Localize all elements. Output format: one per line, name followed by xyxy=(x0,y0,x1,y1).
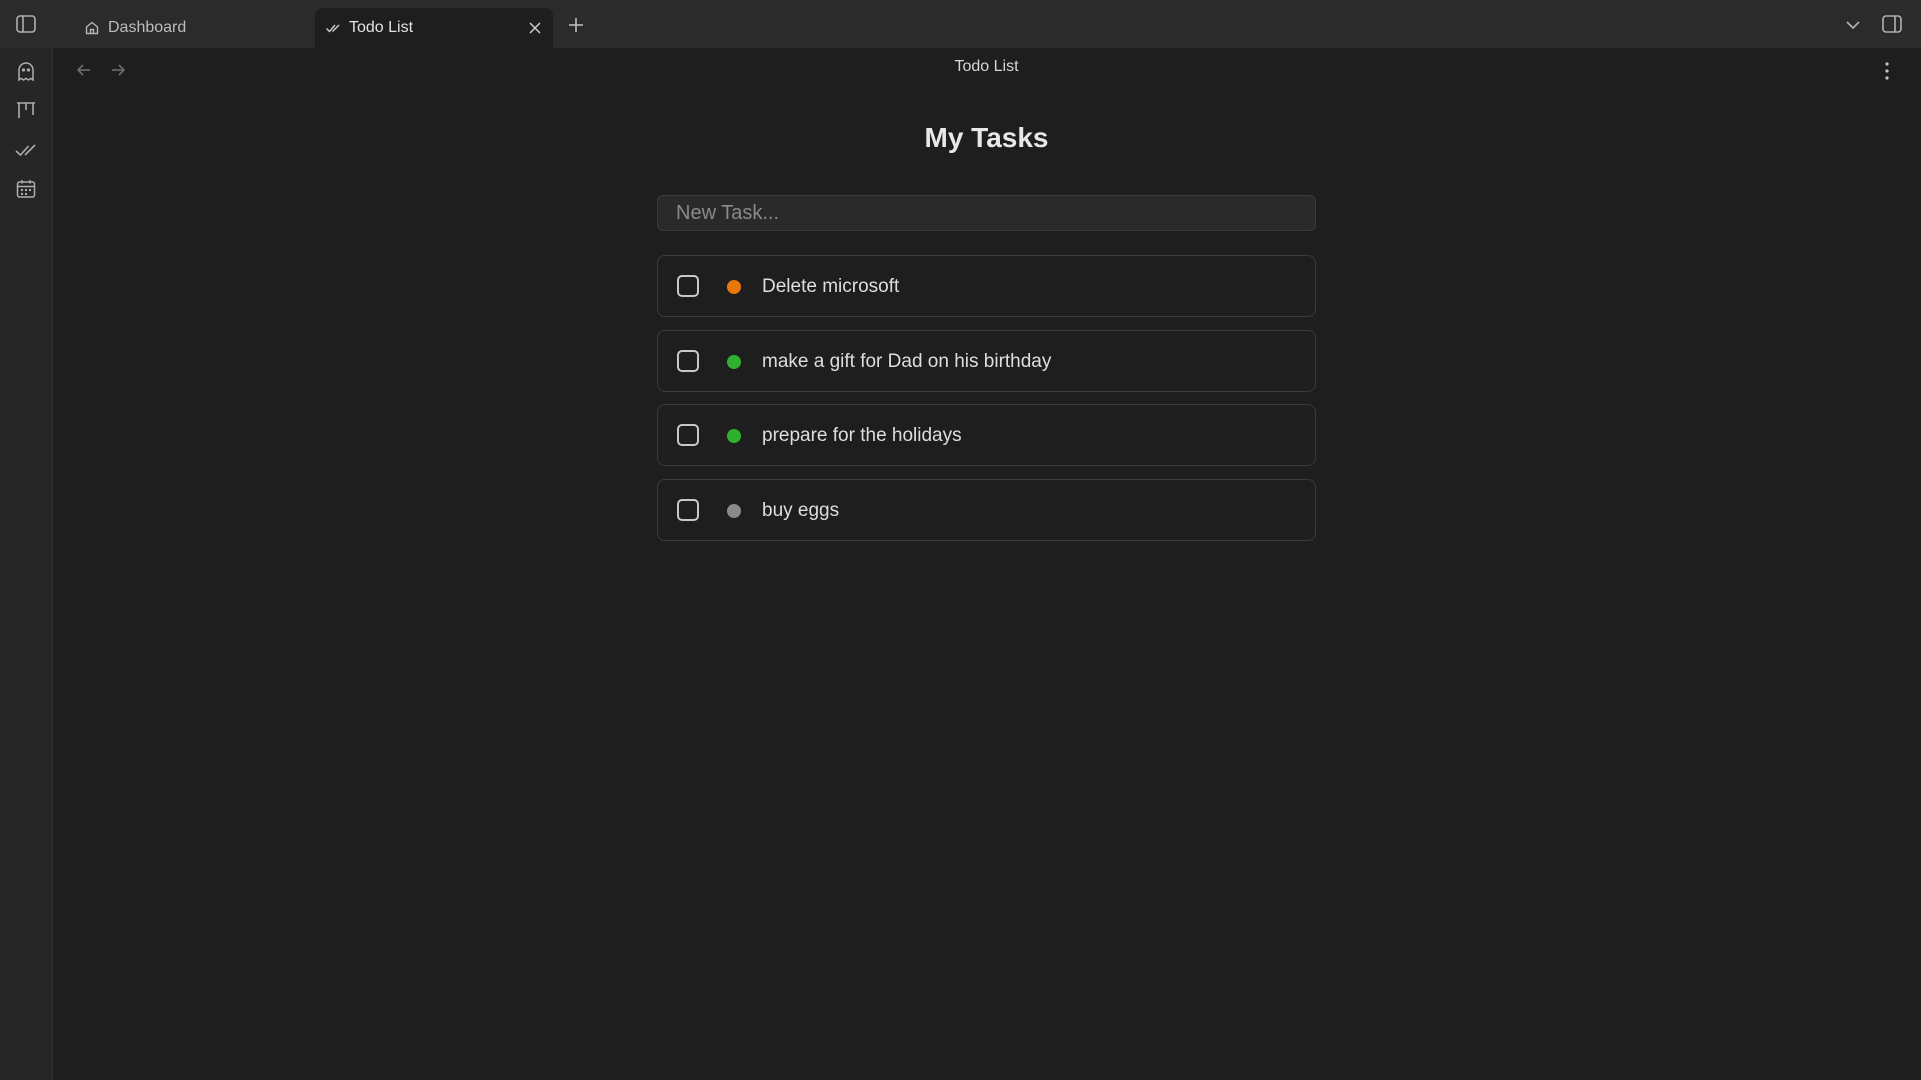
task-checkbox[interactable] xyxy=(677,275,699,297)
sidebar-left-icon xyxy=(16,15,36,33)
task-item[interactable]: Delete microsoft xyxy=(657,255,1316,317)
new-task-input[interactable] xyxy=(657,195,1316,231)
task-label: make a gift for Dad on his birthday xyxy=(762,351,1052,372)
sidebar-toggle-button[interactable] xyxy=(14,12,38,36)
sidebar-right-icon xyxy=(1882,15,1902,33)
task-label: buy eggs xyxy=(762,500,840,521)
chevron-down-icon xyxy=(1846,21,1860,30)
kanban-icon xyxy=(17,102,35,118)
task-checkbox[interactable] xyxy=(677,350,699,372)
task-label: Delete microsoft xyxy=(762,276,900,297)
view-title: Todo List xyxy=(954,58,1019,75)
new-tab-button[interactable] xyxy=(565,14,587,36)
right-sidebar-toggle-button[interactable] xyxy=(1880,12,1904,36)
task-checkbox[interactable] xyxy=(677,499,699,521)
ghost-button[interactable] xyxy=(14,60,38,84)
plus-icon xyxy=(569,18,583,32)
priority-dot xyxy=(727,280,741,294)
close-tab-button[interactable] xyxy=(527,20,543,36)
tab-list-dropdown-button[interactable] xyxy=(1842,14,1864,36)
todo-button[interactable] xyxy=(14,138,38,162)
priority-dot xyxy=(727,355,741,369)
task-label: prepare for the holidays xyxy=(762,425,962,446)
tab-bar: Dashboard Todo List xyxy=(0,0,1921,48)
page-heading: My Tasks xyxy=(924,122,1049,153)
task-checkbox[interactable] xyxy=(677,424,699,446)
tab-dashboard[interactable]: Dashboard xyxy=(68,8,313,48)
home-icon xyxy=(84,20,100,36)
left-ribbon xyxy=(0,48,53,1080)
task-item[interactable]: make a gift for Dad on his birthday xyxy=(657,330,1316,392)
calendar-button[interactable] xyxy=(14,177,38,201)
kanban-button[interactable] xyxy=(14,99,38,123)
priority-dot xyxy=(727,504,741,518)
more-options-button[interactable] xyxy=(1877,60,1897,82)
task-item[interactable]: buy eggs xyxy=(657,479,1316,541)
close-icon xyxy=(529,22,541,34)
priority-dot xyxy=(727,429,741,443)
more-vertical-icon xyxy=(1885,62,1889,80)
tab-label: Todo List xyxy=(349,19,414,36)
ghost-icon xyxy=(18,62,34,82)
tab-label: Dashboard xyxy=(108,19,187,36)
tab-todo-list[interactable]: Todo List xyxy=(315,8,553,48)
calendar-icon xyxy=(16,180,36,198)
task-item[interactable]: prepare for the holidays xyxy=(657,404,1316,466)
double-check-icon xyxy=(15,144,36,157)
double-check-icon xyxy=(325,20,341,36)
